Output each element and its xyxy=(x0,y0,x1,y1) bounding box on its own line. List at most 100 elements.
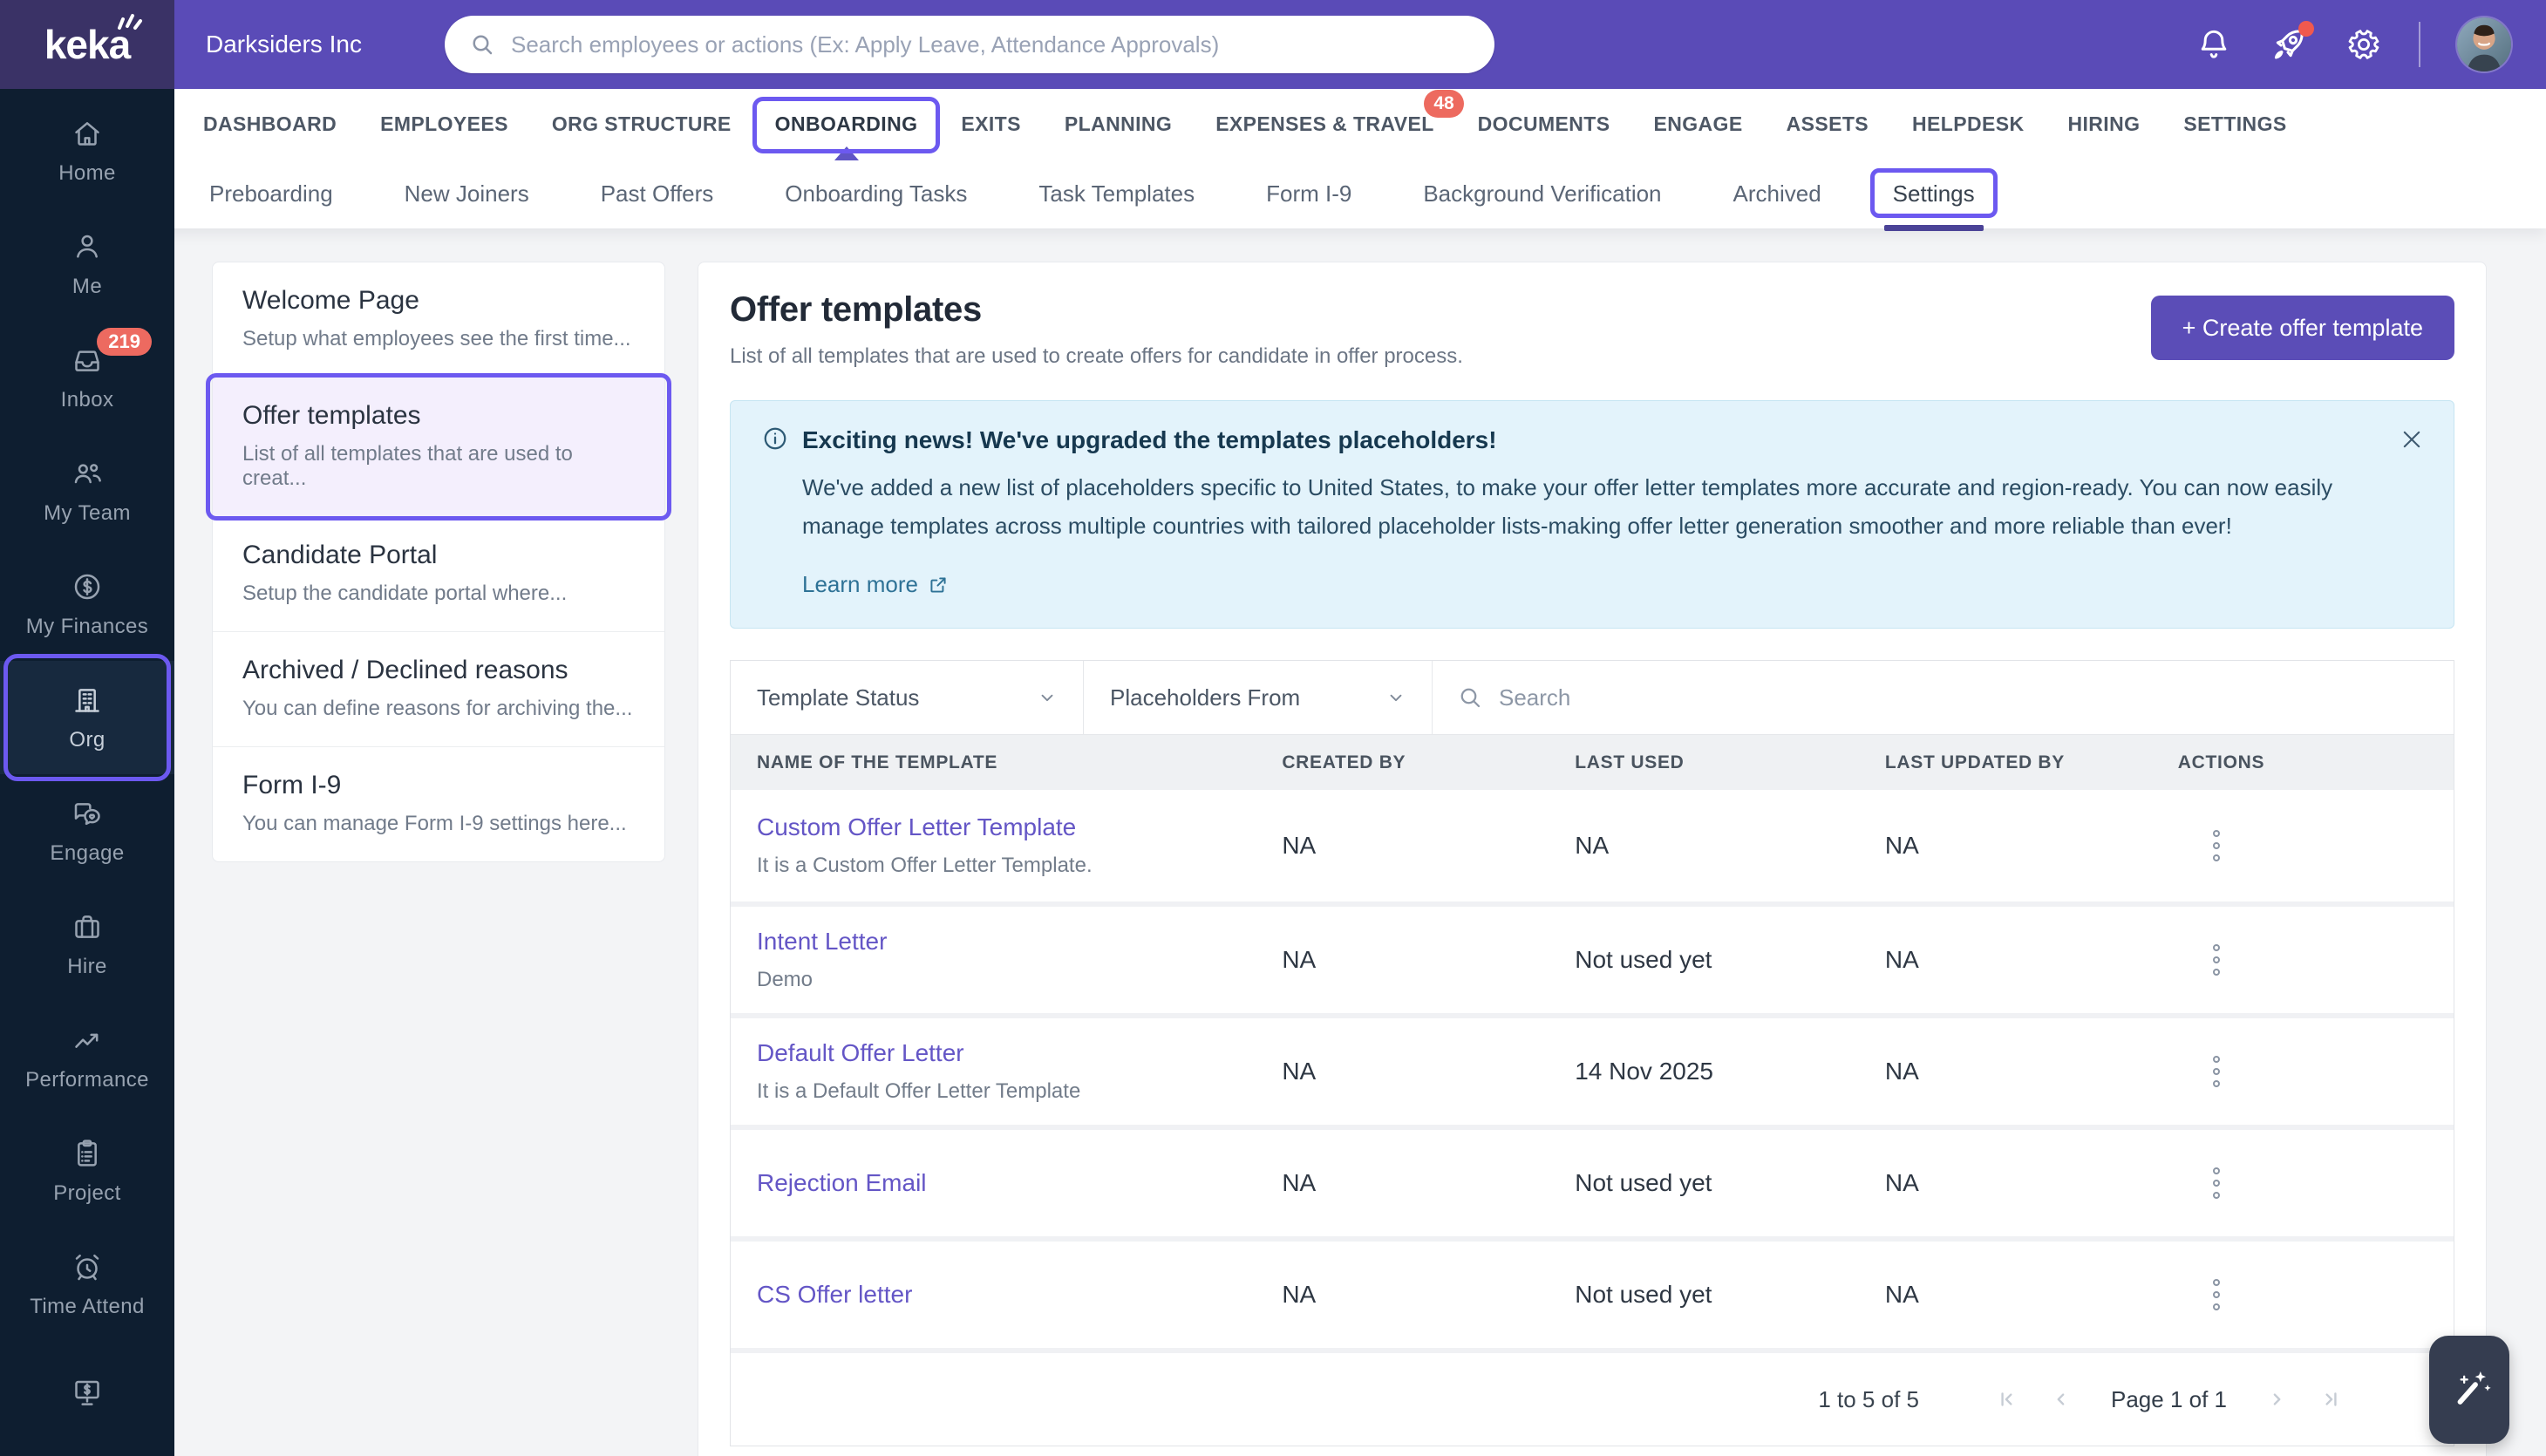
sidebar-item-performance[interactable]: Performance xyxy=(0,1001,174,1114)
engage-chat-icon xyxy=(74,803,100,826)
bell-icon xyxy=(2201,30,2227,58)
tab-label: HELPDESK xyxy=(1912,112,2025,135)
template-name-link[interactable]: CS Offer letter xyxy=(757,1281,1282,1309)
learn-more-link[interactable]: Learn more xyxy=(802,571,950,598)
menu-item-desc: You can define reasons for archiving the… xyxy=(242,697,633,720)
global-search[interactable] xyxy=(445,16,1494,73)
row-actions-kebab-icon[interactable] xyxy=(2204,1270,2229,1319)
subtab-task-templates[interactable]: Task Templates xyxy=(1038,180,1195,208)
table-search[interactable] xyxy=(1433,661,2454,734)
tab-onboarding[interactable]: ONBOARDING xyxy=(752,96,941,160)
row-actions-kebab-icon[interactable] xyxy=(2204,936,2229,984)
tab-label: ONBOARDING xyxy=(774,112,918,135)
global-search-input[interactable] xyxy=(511,31,1470,58)
settings-menu-item-offer-templates[interactable]: Offer templates List of all templates th… xyxy=(206,373,671,520)
banner-body: We've added a new list of placeholders s… xyxy=(802,474,2333,539)
tab-hiring[interactable]: HIRING xyxy=(2067,112,2140,136)
learn-more-label: Learn more xyxy=(802,571,918,597)
previous-page-button[interactable] xyxy=(2050,1388,2073,1411)
page-subtitle: List of all templates that are used to c… xyxy=(730,344,1463,368)
tab-label: PLANNING xyxy=(1064,112,1173,135)
table-row: CS Offer letter NA Not used yet NA xyxy=(731,1236,2454,1348)
sidebar-item-my-finances[interactable]: My Finances xyxy=(0,548,174,661)
active-tab-caret xyxy=(834,146,859,160)
inbox-count-badge: 219 xyxy=(97,328,152,356)
first-page-button[interactable] xyxy=(1996,1388,2018,1411)
keka-logo[interactable]: keka xyxy=(0,0,174,89)
table-search-input[interactable] xyxy=(1499,684,2429,711)
column-header-actions: ACTIONS xyxy=(2177,752,2265,772)
next-page-button[interactable] xyxy=(2265,1388,2288,1411)
tab-label: DASHBOARD xyxy=(203,112,337,135)
tab-exits[interactable]: EXITS xyxy=(961,112,1020,136)
tab-dashboard[interactable]: DASHBOARD xyxy=(203,112,337,136)
tab-planning[interactable]: PLANNING xyxy=(1065,112,1172,136)
template-name-link[interactable]: Custom Offer Letter Template xyxy=(757,813,1282,841)
close-icon xyxy=(2403,431,2420,448)
ai-assistant-fab[interactable] xyxy=(2429,1336,2509,1444)
sidebar-item-my-team[interactable]: My Team xyxy=(0,434,174,548)
tab-assets[interactable]: ASSETS xyxy=(1787,112,1869,136)
banner-close-button[interactable] xyxy=(2394,422,2429,457)
tab-label: EMPLOYEES xyxy=(380,112,508,135)
sidebar-item-engage[interactable]: Engage xyxy=(0,774,174,888)
content-area: Welcome Page Setup what employees see th… xyxy=(174,228,2546,1456)
sidebar-item-hire[interactable]: Hire xyxy=(0,888,174,1001)
tab-engage[interactable]: ENGAGE xyxy=(1654,112,1743,136)
subtab-form-i9[interactable]: Form I-9 xyxy=(1266,180,1351,208)
settings-menu-item-archived-declined-reasons[interactable]: Archived / Declined reasons You can defi… xyxy=(213,631,664,746)
tab-org-structure[interactable]: ORG STRUCTURE xyxy=(552,112,732,136)
row-actions-kebab-icon[interactable] xyxy=(2204,1047,2229,1096)
subtab-past-offers[interactable]: Past Offers xyxy=(601,180,714,208)
last-used-cell: Not used yet xyxy=(1575,1281,1712,1308)
sidebar-item-inbox[interactable]: 219 Inbox xyxy=(0,321,174,434)
sidebar-item-time-attend[interactable]: Time Attend xyxy=(0,1228,174,1341)
tab-employees[interactable]: EMPLOYEES xyxy=(380,112,508,136)
sidebar-item-project[interactable]: Project xyxy=(0,1114,174,1228)
user-avatar[interactable] xyxy=(2457,17,2511,71)
template-status-filter[interactable]: Template Status xyxy=(731,661,1084,734)
tab-settings[interactable]: SETTINGS xyxy=(2183,112,2286,136)
notifications-button[interactable] xyxy=(2195,26,2232,63)
sidebar-item-me[interactable]: Me xyxy=(0,208,174,321)
last-page-button[interactable] xyxy=(2319,1388,2342,1411)
settings-menu-item-welcome-page[interactable]: Welcome Page Setup what employees see th… xyxy=(213,262,664,377)
whats-new-button[interactable] xyxy=(2269,21,2314,65)
menu-item-desc: You can manage Form I-9 settings here... xyxy=(242,812,627,835)
tab-expenses-travel[interactable]: EXPENSES & TRAVEL 48 xyxy=(1215,89,1464,136)
tab-helpdesk[interactable]: HELPDESK xyxy=(1912,112,2024,136)
offer-templates-card: Offer templates List of all templates th… xyxy=(698,262,2487,1456)
tab-documents[interactable]: DOCUMENTS xyxy=(1478,112,1610,136)
subtab-label: Onboarding Tasks xyxy=(785,180,968,207)
template-name-link[interactable]: Intent Letter xyxy=(757,928,1282,956)
subtab-onboarding-tasks[interactable]: Onboarding Tasks xyxy=(785,180,967,208)
subtab-preboarding[interactable]: Preboarding xyxy=(209,180,333,208)
settings-menu-item-form-i9[interactable]: Form I-9 You can manage Form I-9 setting… xyxy=(213,746,664,861)
sidebar-label: Org xyxy=(69,728,106,752)
menu-item-title: Candidate Portal xyxy=(242,541,438,569)
row-actions-kebab-icon[interactable] xyxy=(2204,1159,2229,1208)
template-name-link[interactable]: Rejection Email xyxy=(757,1169,1282,1197)
banner-title: Exciting news! We've upgraded the templa… xyxy=(802,426,1497,453)
home-icon xyxy=(75,122,99,146)
subtab-archived[interactable]: Archived xyxy=(1733,180,1821,208)
table-row: Default Offer Letter It is a Default Off… xyxy=(731,1013,2454,1125)
settings-gear-button[interactable] xyxy=(2345,26,2382,63)
template-name-link[interactable]: Default Offer Letter xyxy=(757,1039,1282,1067)
subtab-new-joiners[interactable]: New Joiners xyxy=(405,180,529,208)
chevron-down-icon xyxy=(1041,694,1053,702)
subtab-background-verification[interactable]: Background Verification xyxy=(1423,180,1661,208)
sidebar-item-org[interactable]: Org xyxy=(0,654,174,781)
logo-sparkle-icon xyxy=(118,14,143,30)
create-offer-template-button[interactable]: + Create offer template xyxy=(2150,296,2454,360)
sidebar-item-payroll[interactable] xyxy=(0,1341,174,1454)
settings-menu-item-candidate-portal[interactable]: Candidate Portal Setup the candidate por… xyxy=(213,516,664,631)
menu-item-title: Archived / Declined reasons xyxy=(242,656,568,684)
placeholders-from-filter[interactable]: Placeholders From xyxy=(1084,661,1433,734)
sidebar-label: Performance xyxy=(25,1068,149,1092)
sidebar-item-home[interactable]: Home xyxy=(0,94,174,208)
subtab-settings[interactable]: Settings xyxy=(1869,167,1998,231)
payroll-monitor-icon xyxy=(75,1380,99,1405)
row-actions-kebab-icon[interactable] xyxy=(2204,821,2229,870)
first-page-icon xyxy=(2001,1392,2012,1406)
